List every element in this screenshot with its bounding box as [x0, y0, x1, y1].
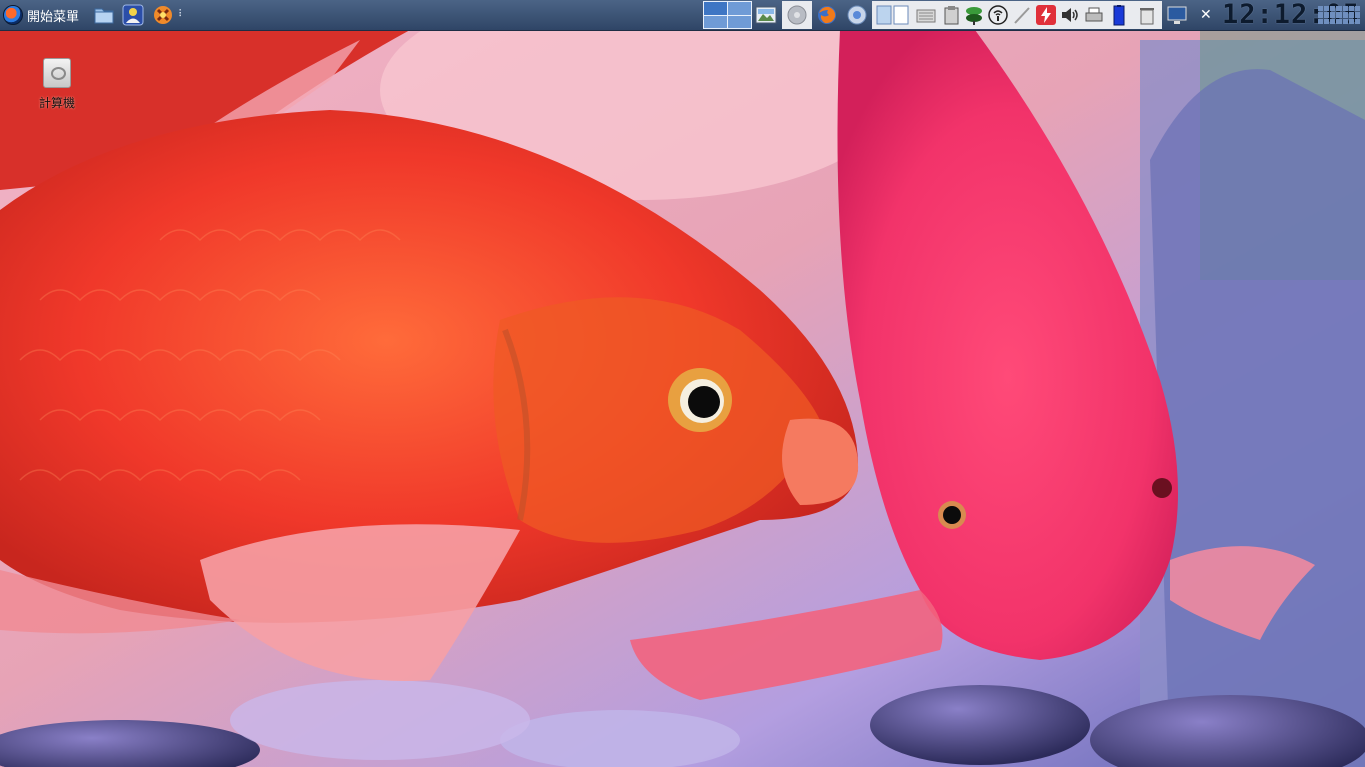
taskbar-clock[interactable]: 12:12:05 [1222, 0, 1359, 30]
printer-icon[interactable] [1083, 4, 1105, 26]
computer-icon [43, 58, 71, 88]
power-icon[interactable] [1035, 4, 1057, 26]
window-split-icon[interactable] [876, 4, 910, 26]
monitor-icon[interactable] [1166, 4, 1188, 26]
quick-launch-more-handle[interactable]: ⠇ [178, 8, 186, 22]
start-menu-button[interactable]: 開始菜單 [3, 0, 79, 30]
browser-icon[interactable] [846, 4, 868, 26]
pen-icon[interactable] [1011, 4, 1033, 26]
battery-icon[interactable] [1108, 4, 1130, 26]
keyboard-icon[interactable] [915, 4, 937, 26]
apps-icon[interactable] [152, 4, 174, 26]
disc-icon[interactable] [786, 4, 808, 26]
user-icon[interactable] [122, 4, 144, 26]
firefox-icon[interactable] [816, 4, 838, 26]
start-menu-label: 開始菜單 [27, 9, 80, 25]
pager-desktop-1[interactable] [704, 2, 727, 15]
pager-desktop-4[interactable] [728, 15, 751, 28]
pager-desktop-2[interactable] [728, 2, 751, 15]
pager-desktop-3[interactable] [704, 15, 727, 28]
wireless-icon[interactable] [987, 4, 1009, 26]
taskbar: 開始菜單 ⠇ ✕ 12:12:05 [0, 0, 1365, 31]
start-menu-icon [3, 5, 23, 25]
desktop-icon-computer[interactable]: 計算機 [30, 58, 84, 111]
desktop-pager[interactable] [703, 1, 752, 29]
close-icon[interactable]: ✕ [1200, 7, 1212, 23]
clipboard-icon[interactable] [940, 4, 962, 26]
image-viewer-icon[interactable] [755, 4, 777, 26]
show-desktop-grid-icon[interactable] [1318, 6, 1360, 24]
volume-icon[interactable] [1059, 4, 1081, 26]
desktop-icon-label: 計算機 [38, 96, 75, 110]
trash-icon[interactable] [1136, 4, 1158, 26]
folder-icon[interactable] [93, 4, 115, 26]
desktop-wallpaper [0, 0, 1365, 767]
network-icon[interactable] [963, 4, 985, 26]
